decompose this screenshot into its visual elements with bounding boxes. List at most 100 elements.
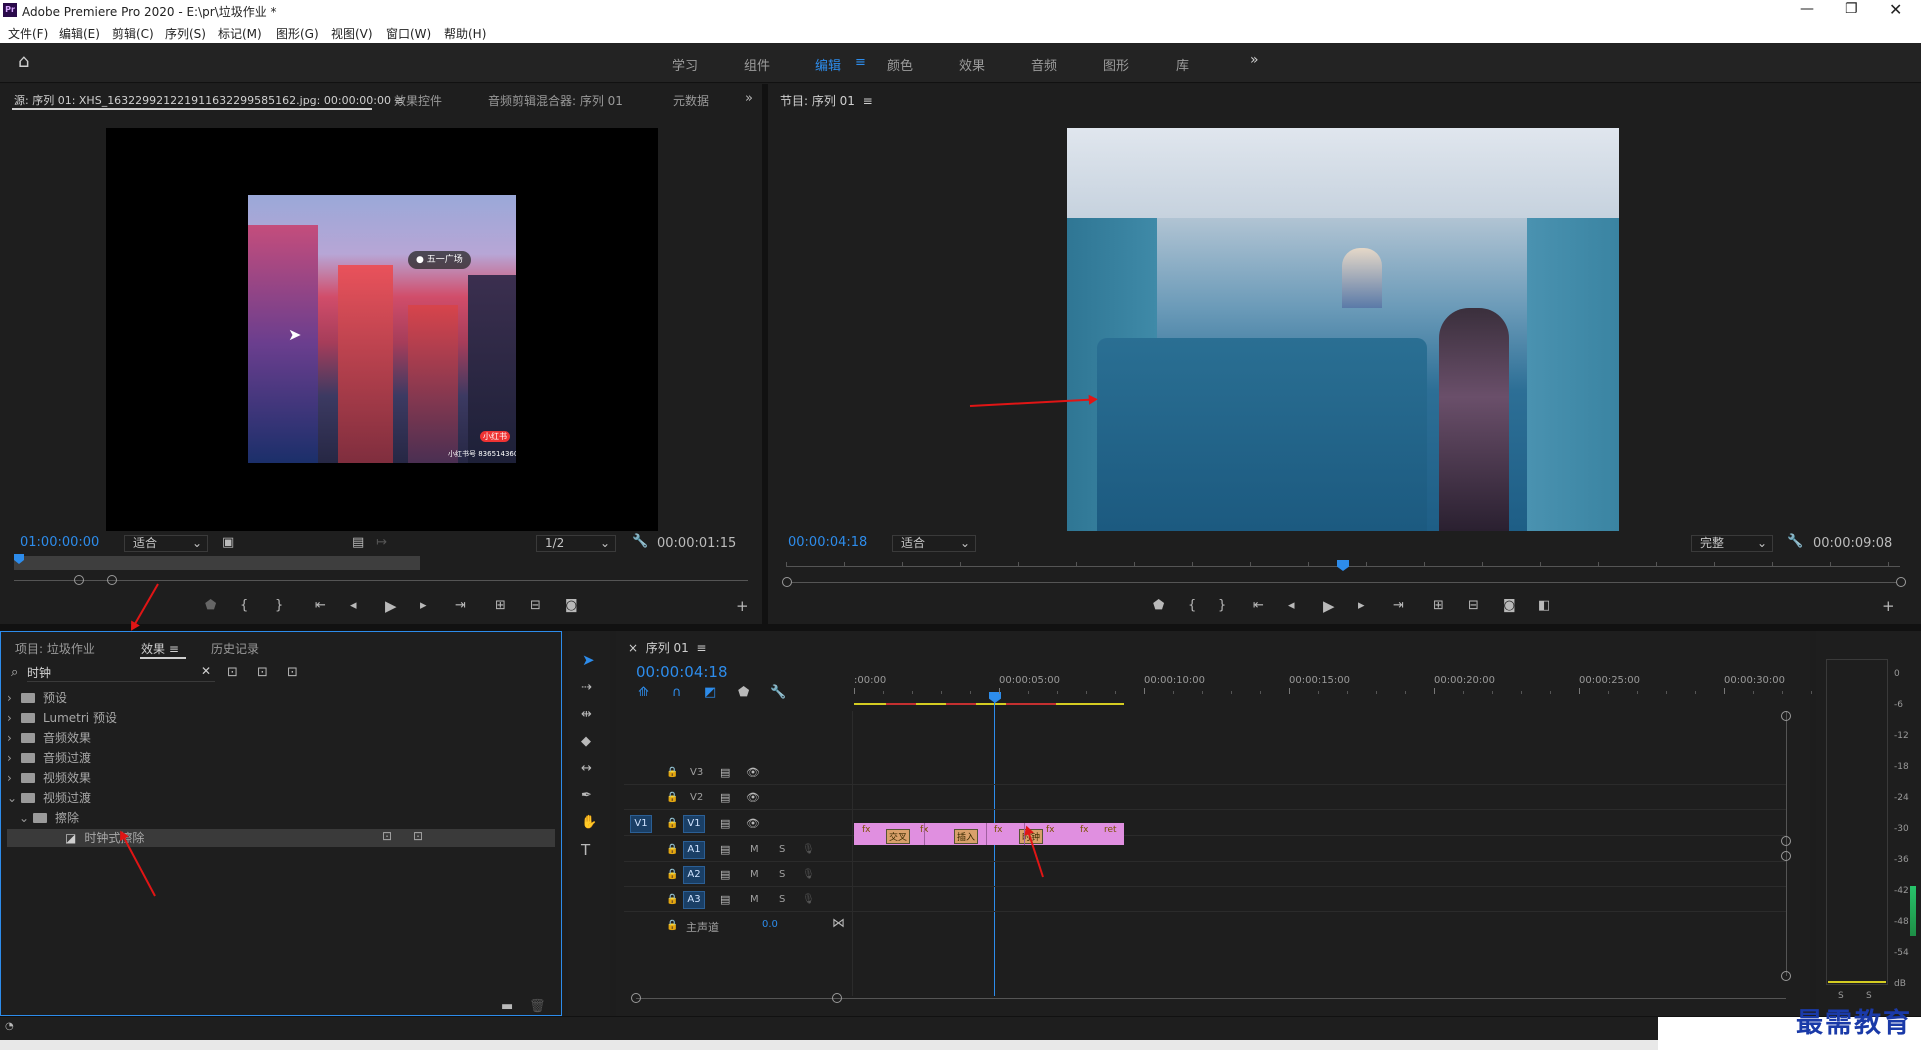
accelerated-effects-icon[interactable]: ⊡: [227, 666, 238, 680]
source-patch-a2[interactable]: A2: [683, 866, 705, 884]
solo-button[interactable]: S: [779, 869, 785, 880]
export-frame-icon[interactable]: ◙: [1503, 599, 1516, 613]
track-lock-icon[interactable]: 🔒: [666, 791, 678, 805]
linked-selection-icon[interactable]: ◩: [704, 686, 716, 700]
mute-button[interactable]: M: [750, 894, 759, 905]
source-timecode[interactable]: 01:00:00:00: [20, 535, 99, 550]
program-playhead[interactable]: [1337, 560, 1349, 571]
effects-tree-item[interactable]: › Lumetri 预设: [7, 709, 555, 727]
track-label-v2[interactable]: V2: [690, 792, 703, 803]
mic-icon[interactable]: 🎙: [802, 868, 815, 882]
meter-solo-right[interactable]: S: [1866, 991, 1872, 1001]
workspace-tab-3[interactable]: 颜色: [887, 55, 913, 74]
sync-lock-icon[interactable]: ▤: [720, 791, 730, 805]
mute-button[interactable]: M: [750, 844, 759, 855]
comparison-view-icon[interactable]: ◧: [1538, 599, 1550, 613]
transition-label[interactable]: 插入: [954, 829, 979, 844]
restore-icon[interactable]: ❐: [1845, 1, 1858, 17]
program-tab[interactable]: 节目: 序列 01 ≡: [780, 92, 873, 109]
clear-search-icon[interactable]: ✕: [201, 664, 211, 678]
step-back-icon[interactable]: ◂: [1288, 599, 1295, 613]
effects-tree-item[interactable]: › 预设: [7, 689, 555, 707]
workspace-tab-5[interactable]: 音频: [1031, 55, 1057, 74]
clip-edge[interactable]: [986, 823, 987, 845]
menu-item-7[interactable]: 窗口(W): [386, 25, 431, 42]
ripple-edit-tool-icon[interactable]: ⇹: [581, 708, 592, 722]
go-to-in-icon[interactable]: ⇤: [315, 599, 326, 613]
timeline-settings-icon[interactable]: 🔧: [770, 686, 786, 700]
timeline-hscroll-left[interactable]: [631, 993, 641, 1003]
fx-badge[interactable]: ret: [1104, 825, 1117, 835]
go-to-in-icon[interactable]: ⇤: [1253, 599, 1264, 613]
sync-lock-icon[interactable]: ▤: [720, 817, 730, 831]
chevron-right-icon[interactable]: ›: [7, 771, 21, 785]
wrench-icon[interactable]: 🔧: [632, 535, 648, 549]
program-wrench-icon[interactable]: 🔧: [1787, 535, 1803, 549]
fx-badge[interactable]: fx: [994, 825, 1003, 835]
eye-icon[interactable]: 👁: [746, 766, 760, 780]
effects-tree-item[interactable]: › 音频过渡: [7, 749, 555, 767]
source-zoom-bar[interactable]: [14, 580, 748, 581]
workspace-tab-4[interactable]: 效果: [959, 55, 985, 74]
eye-icon[interactable]: 👁: [746, 817, 760, 831]
effects-tree-item[interactable]: › 音频效果: [7, 729, 555, 747]
home-icon[interactable]: ⌂: [18, 51, 29, 72]
program-zoom-handle-left[interactable]: [782, 577, 792, 587]
workspace-tab-6[interactable]: 图形: [1103, 55, 1129, 74]
workspace-tab-7[interactable]: 库: [1176, 55, 1189, 74]
type-tool-icon[interactable]: T: [581, 843, 590, 858]
sync-lock-icon[interactable]: ▤: [720, 766, 730, 780]
program-fit-dropdown[interactable]: 适合 ⌄: [892, 535, 976, 552]
menu-item-2[interactable]: 剪辑(C): [112, 25, 154, 42]
effects-tab-2[interactable]: 历史记录: [211, 640, 259, 657]
selection-tool-icon[interactable]: ➤: [582, 653, 595, 668]
master-lock-icon[interactable]: 🔒: [666, 919, 678, 933]
track-lock-icon[interactable]: 🔒: [666, 843, 678, 857]
menu-item-8[interactable]: 帮助(H): [444, 25, 486, 42]
track-lock-icon[interactable]: 🔒: [666, 893, 678, 907]
play-icon[interactable]: ▶: [385, 599, 397, 614]
minimize-icon[interactable]: —: [1800, 1, 1814, 17]
workspace-tab-0[interactable]: 学习: [672, 55, 698, 74]
fx-badge[interactable]: fx: [1080, 825, 1089, 835]
add-marker-icon[interactable]: ⬟: [1153, 599, 1164, 613]
close-icon[interactable]: ✕: [1889, 0, 1902, 19]
track-label-v3[interactable]: V3: [690, 767, 703, 778]
workspace-menu-icon[interactable]: ≡: [855, 55, 866, 70]
effects-tab-1[interactable]: 效果 ≡: [141, 640, 179, 657]
effects-tree-item[interactable]: ◪ 时钟式擦除 ⊡ ⊡: [7, 829, 555, 847]
timeline-hscroll[interactable]: [636, 998, 1786, 999]
fx-badge[interactable]: fx: [1046, 825, 1055, 835]
menu-item-0[interactable]: 文件(F): [8, 25, 48, 42]
menu-item-5[interactable]: 图形(G): [276, 25, 319, 42]
hand-tool-icon[interactable]: ✋: [581, 816, 597, 830]
fx-badge[interactable]: fx: [862, 825, 871, 835]
snap-icon[interactable]: ∩: [672, 686, 682, 700]
play-icon[interactable]: ▶: [1323, 599, 1335, 614]
chevron-right-icon[interactable]: ›: [7, 751, 21, 765]
nest-icon[interactable]: ⟰: [638, 686, 649, 700]
timeline-vscroll-handle-bottom[interactable]: [1781, 971, 1791, 981]
program-add-button-icon[interactable]: +: [1882, 599, 1895, 614]
source-patch-v1[interactable]: V1: [630, 815, 652, 833]
go-to-out-icon[interactable]: ⇥: [1393, 599, 1404, 613]
workspace-tab-1[interactable]: 组件: [744, 55, 770, 74]
drag-video-icon[interactable]: ▤: [352, 536, 364, 550]
resolution-dropdown[interactable]: 1/2 ⌄: [536, 535, 616, 552]
program-zoom-handle-right[interactable]: [1896, 577, 1906, 587]
track-lock-icon[interactable]: 🔒: [666, 868, 678, 882]
step-back-icon[interactable]: ◂: [350, 599, 357, 613]
step-forward-icon[interactable]: ▸: [1358, 599, 1365, 613]
menu-item-6[interactable]: 视图(V): [331, 25, 373, 42]
mark-in-icon[interactable]: {: [1188, 599, 1196, 613]
timeline-tab[interactable]: × 序列 01 ≡: [628, 639, 706, 656]
master-volume[interactable]: 0.0: [762, 919, 778, 930]
effects-tree-item[interactable]: › 视频效果: [7, 769, 555, 787]
insert-icon[interactable]: ⊞: [495, 599, 506, 613]
safe-margins-icon[interactable]: ▣: [222, 536, 234, 550]
solo-button[interactable]: S: [779, 844, 785, 855]
workspace-overflow-icon[interactable]: »: [1250, 52, 1259, 68]
source-tab-2[interactable]: 音频剪辑混合器: 序列 01: [488, 92, 623, 109]
meter-solo-left[interactable]: S: [1838, 991, 1844, 1001]
transition-label[interactable]: 交叉: [886, 829, 911, 844]
